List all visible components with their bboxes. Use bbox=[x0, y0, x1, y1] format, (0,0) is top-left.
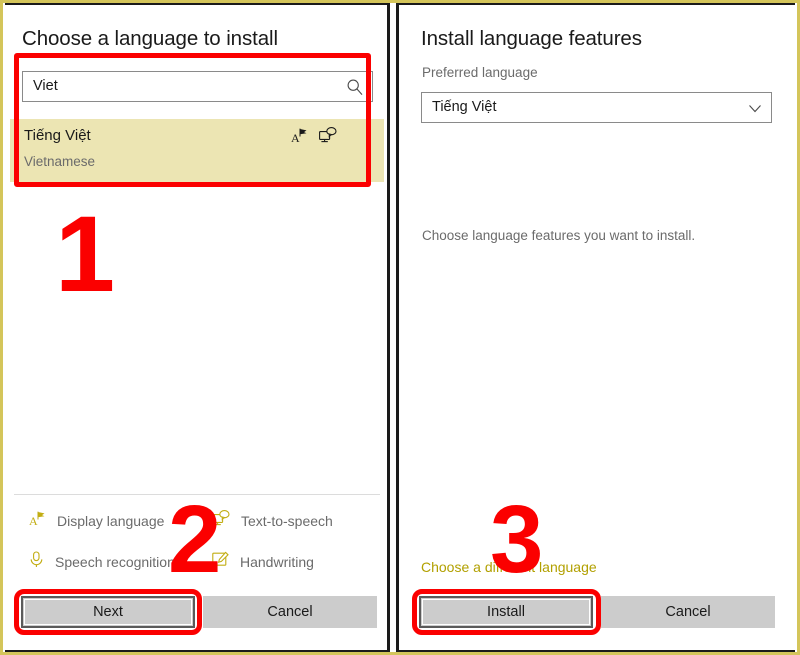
preferred-language-value: Tiếng Việt bbox=[432, 99, 497, 115]
legend-item-speech-recognition: Speech recognition bbox=[29, 551, 175, 573]
install-features-panel: Install language features Preferred lang… bbox=[396, 3, 795, 652]
cancel-button[interactable]: Cancel bbox=[601, 596, 775, 628]
search-input-value: Viet bbox=[33, 78, 58, 94]
install-button[interactable]: Install bbox=[419, 596, 593, 628]
language-feature-icons: A bbox=[291, 127, 337, 149]
display-language-icon: A bbox=[29, 510, 46, 532]
frame-border-left bbox=[0, 0, 3, 655]
choose-language-panel: Choose a language to install Viet Tiếng … bbox=[5, 3, 390, 652]
language-native-name: Tiếng Việt bbox=[24, 127, 91, 144]
next-button[interactable]: Next bbox=[21, 596, 195, 628]
legend-label: Handwriting bbox=[240, 554, 314, 570]
page-title: Install language features bbox=[421, 27, 642, 50]
text-to-speech-icon bbox=[319, 127, 337, 149]
language-result-item[interactable]: Tiếng Việt Vietnamese A bbox=[10, 119, 384, 182]
legend-label: Speech recognition bbox=[55, 554, 175, 570]
features-section-label: Choose language features you want to ins… bbox=[422, 228, 696, 243]
display-language-icon: A bbox=[291, 127, 308, 149]
page-title: Choose a language to install bbox=[22, 27, 278, 50]
legend-label: Display language bbox=[57, 513, 165, 529]
svg-text:A: A bbox=[29, 514, 38, 527]
legend-label: Text-to-speech bbox=[241, 513, 333, 529]
cancel-button[interactable]: Cancel bbox=[203, 596, 377, 628]
svg-text:A: A bbox=[291, 131, 300, 144]
language-english-name: Vietnamese bbox=[24, 154, 96, 169]
search-input[interactable]: Viet bbox=[22, 71, 373, 102]
search-icon bbox=[346, 78, 364, 96]
legend-item-handwriting: Handwriting bbox=[212, 551, 314, 573]
text-to-speech-icon bbox=[212, 510, 230, 532]
preferred-language-label: Preferred language bbox=[422, 65, 538, 80]
legend-item-text-to-speech: Text-to-speech bbox=[212, 510, 333, 532]
legend-item-display-language: A Display language bbox=[29, 510, 164, 532]
speech-recognition-icon bbox=[29, 551, 44, 573]
screenshot-root: Choose a language to install Viet Tiếng … bbox=[0, 0, 800, 655]
preferred-language-select[interactable]: Tiếng Việt bbox=[421, 92, 772, 123]
chevron-down-icon bbox=[748, 102, 762, 120]
legend-divider bbox=[14, 494, 380, 495]
choose-different-language-link[interactable]: Choose a different language bbox=[421, 559, 597, 575]
handwriting-icon bbox=[212, 551, 229, 573]
